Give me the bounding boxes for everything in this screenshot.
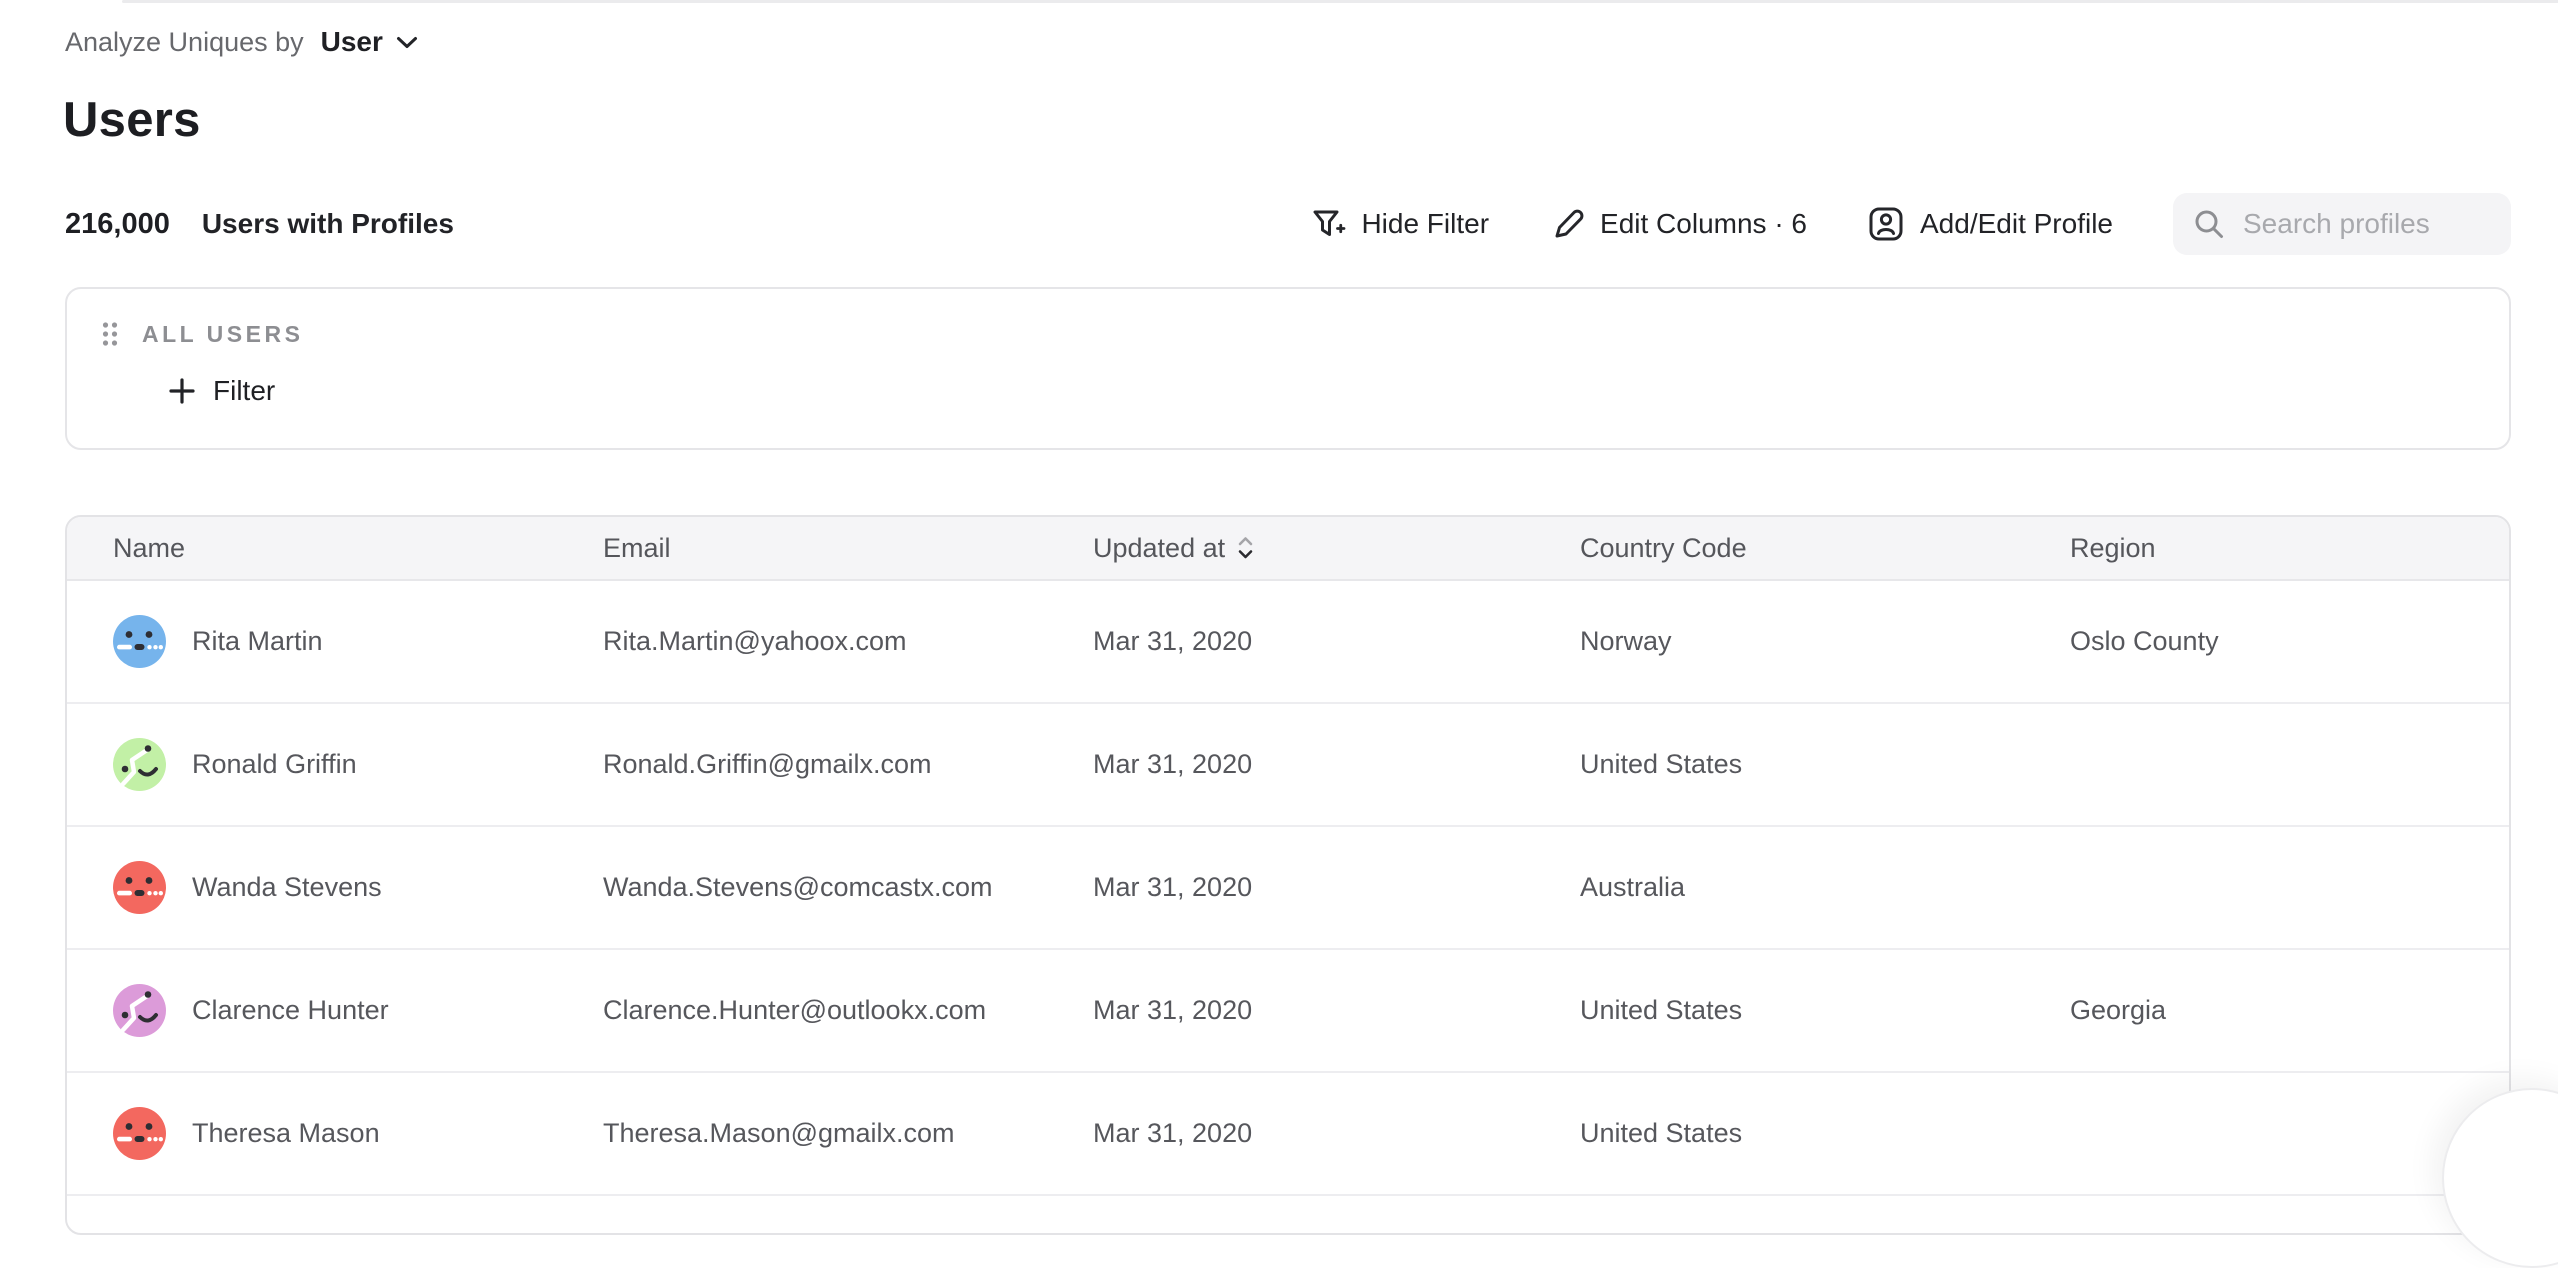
table-row[interactable]: Theresa Mason Theresa.Mason@gmailx.com M… bbox=[67, 1073, 2509, 1196]
analyze-by-label: Analyze Uniques by bbox=[65, 27, 304, 58]
add-edit-profile-button[interactable]: Add/Edit Profile bbox=[1867, 205, 2113, 243]
cell-country-code: Australia bbox=[1580, 872, 2070, 903]
table-row[interactable]: Rita Martin Rita.Martin@yahoox.com Mar 3… bbox=[67, 581, 2509, 704]
table-row[interactable]: Ronald Griffin Ronald.Griffin@gmailx.com… bbox=[67, 704, 2509, 827]
cell-region: Georgia bbox=[2070, 995, 2509, 1026]
chevron-down-icon bbox=[396, 36, 418, 49]
cell-updated-at: Mar 31, 2020 bbox=[1093, 749, 1580, 780]
table-header-row: Name Email Updated at Country Code Regio… bbox=[67, 517, 2509, 581]
cell-country-code: United States bbox=[1580, 1118, 2070, 1149]
avatar bbox=[113, 984, 166, 1037]
drag-handle-icon[interactable] bbox=[100, 319, 120, 349]
add-edit-profile-label: Add/Edit Profile bbox=[1920, 208, 2113, 240]
add-filter-label: Filter bbox=[213, 375, 275, 407]
users-table: Name Email Updated at Country Code Regio… bbox=[65, 515, 2511, 1235]
avatar-face-neutral bbox=[113, 861, 166, 914]
avatar bbox=[113, 861, 166, 914]
column-header-name[interactable]: Name bbox=[113, 533, 603, 564]
edit-columns-button[interactable]: Edit Columns · 6 bbox=[1549, 206, 1807, 242]
avatar-face-neutral bbox=[113, 615, 166, 668]
column-header-email[interactable]: Email bbox=[603, 533, 1093, 564]
avatar-face-smile bbox=[113, 738, 166, 791]
cell-name-text: Wanda Stevens bbox=[192, 872, 382, 903]
filter-card: ALL USERS Filter bbox=[65, 287, 2511, 450]
cell-email: Wanda.Stevens@comcastx.com bbox=[603, 872, 1093, 903]
sort-carets-icon bbox=[1236, 534, 1255, 562]
cell-updated-at: Mar 31, 2020 bbox=[1093, 872, 1580, 903]
profile-count-value: 216,000 bbox=[65, 208, 170, 241]
magnifier-icon bbox=[2193, 208, 2225, 240]
avatar-face-smile bbox=[113, 984, 166, 1037]
cell-name-text: Rita Martin bbox=[192, 626, 323, 657]
plus-icon bbox=[168, 377, 196, 405]
edit-columns-label: Edit Columns · 6 bbox=[1600, 208, 1807, 240]
cell-updated-at: Mar 31, 2020 bbox=[1093, 626, 1580, 657]
cell-country-code: Norway bbox=[1580, 626, 2070, 657]
column-header-country-code[interactable]: Country Code bbox=[1580, 533, 2070, 564]
table-row[interactable]: Wanda Stevens Wanda.Stevens@comcastx.com… bbox=[67, 827, 2509, 950]
search-profiles-box[interactable] bbox=[2173, 193, 2511, 255]
cell-name: Rita Martin bbox=[113, 615, 603, 668]
hide-filter-label: Hide Filter bbox=[1361, 208, 1489, 240]
cell-email: Theresa.Mason@gmailx.com bbox=[603, 1118, 1093, 1149]
top-hairline bbox=[122, 0, 2558, 3]
profile-count-label: Users with Profiles bbox=[202, 208, 454, 240]
add-filter-button[interactable]: Filter bbox=[168, 375, 2509, 407]
avatar-face-neutral bbox=[113, 1107, 166, 1160]
cell-name-text: Theresa Mason bbox=[192, 1118, 380, 1149]
profile-card-icon bbox=[1867, 205, 1905, 243]
cell-country-code: United States bbox=[1580, 749, 2070, 780]
column-header-region[interactable]: Region bbox=[2070, 533, 2509, 564]
cell-name: Theresa Mason bbox=[113, 1107, 603, 1160]
analyze-uniques-row: Analyze Uniques by User bbox=[65, 20, 418, 64]
cell-name: Wanda Stevens bbox=[113, 861, 603, 914]
cohort-group-label: ALL USERS bbox=[142, 321, 303, 348]
profile-count: 216,000 Users with Profiles bbox=[65, 208, 454, 241]
analyze-by-dropdown[interactable]: User bbox=[321, 26, 418, 58]
stats-toolbar-row: 216,000 Users with Profiles Hide Filter … bbox=[65, 192, 2511, 256]
funnel-plus-icon bbox=[1310, 206, 1346, 242]
cell-email: Clarence.Hunter@outlookx.com bbox=[603, 995, 1093, 1026]
cell-name-text: Ronald Griffin bbox=[192, 749, 357, 780]
hide-filter-button[interactable]: Hide Filter bbox=[1310, 206, 1489, 242]
avatar bbox=[113, 738, 166, 791]
page-title: Users bbox=[63, 92, 201, 148]
cell-name: Ronald Griffin bbox=[113, 738, 603, 791]
pencil-icon bbox=[1549, 206, 1585, 242]
table-body: Rita Martin Rita.Martin@yahoox.com Mar 3… bbox=[67, 581, 2509, 1196]
analyze-by-value: User bbox=[321, 26, 383, 58]
column-header-updated-at[interactable]: Updated at bbox=[1093, 533, 1580, 564]
cell-updated-at: Mar 31, 2020 bbox=[1093, 995, 1580, 1026]
search-profiles-input[interactable] bbox=[2241, 207, 2499, 241]
cell-email: Rita.Martin@yahoox.com bbox=[603, 626, 1093, 657]
cell-country-code: United States bbox=[1580, 995, 2070, 1026]
toolbar: Hide Filter Edit Columns · 6 Add/Edit Pr… bbox=[1310, 193, 2511, 255]
avatar bbox=[113, 1107, 166, 1160]
cell-email: Ronald.Griffin@gmailx.com bbox=[603, 749, 1093, 780]
cell-name-text: Clarence Hunter bbox=[192, 995, 389, 1026]
avatar bbox=[113, 615, 166, 668]
cell-region: Oslo County bbox=[2070, 626, 2509, 657]
cell-updated-at: Mar 31, 2020 bbox=[1093, 1118, 1580, 1149]
table-row[interactable]: Clarence Hunter Clarence.Hunter@outlookx… bbox=[67, 950, 2509, 1073]
cell-name: Clarence Hunter bbox=[113, 984, 603, 1037]
